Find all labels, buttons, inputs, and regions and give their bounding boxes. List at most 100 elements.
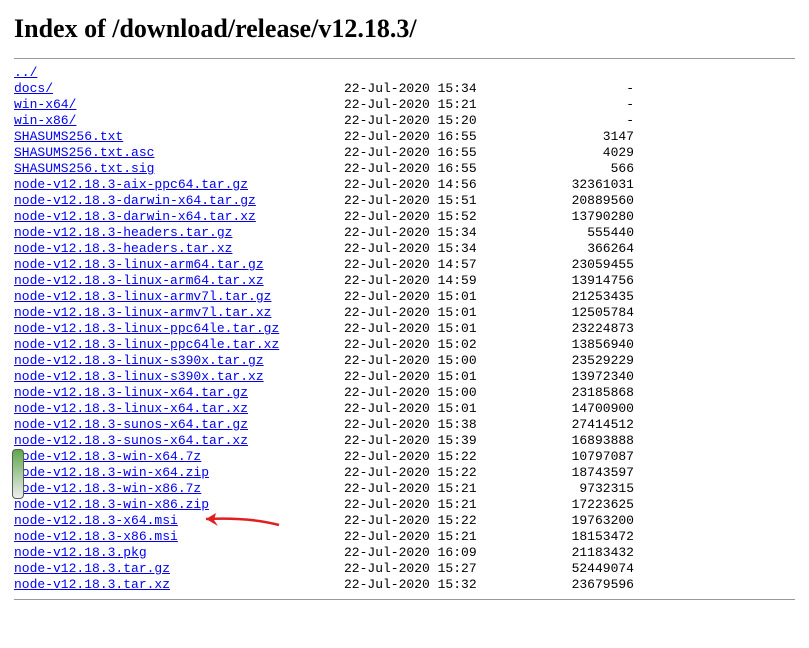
file-link[interactable]: node-v12.18.3-x86.msi <box>14 529 178 544</box>
file-size: 17223625 <box>504 497 634 513</box>
file-link[interactable]: node-v12.18.3-darwin-x64.tar.gz <box>14 193 256 208</box>
list-item: win-x64/22-Jul-2020 15:21- <box>14 97 795 113</box>
list-item: node-v12.18.3-sunos-x64.tar.gz 22-Jul-202… <box>14 417 795 433</box>
file-date: 22-Jul-2020 16:55 <box>344 129 504 145</box>
parent-link[interactable]: ../ <box>14 65 37 80</box>
list-item: SHASUMS256.txt.asc 22-Jul-2020 16:554029 <box>14 145 795 161</box>
list-item: node-v12.18.3-linux-arm64.tar.gz 22-Jul-2… <box>14 257 795 273</box>
file-date: 22-Jul-2020 15:21 <box>344 97 504 113</box>
list-item: node-v12.18.3-linux-ppc64le.tar.gz 22-Jul… <box>14 321 795 337</box>
list-item: node-v12.18.3-sunos-x64.tar.xz22-Jul-202… <box>14 433 795 449</box>
file-link[interactable]: node-v12.18.3-linux-x64.tar.gz <box>14 385 248 400</box>
file-date: 22-Jul-2020 15:52 <box>344 209 504 225</box>
list-item: node-v12.18.3-x86.msi22-Jul-2020 15:2118… <box>14 529 795 545</box>
file-link[interactable]: node-v12.18.3-win-x86.zip <box>14 497 209 512</box>
list-item: node-v12.18.3-linux-x64.tar.gz22-Jul-202… <box>14 385 795 401</box>
file-link[interactable]: node-v12.18.3-x64.msi <box>14 513 178 528</box>
file-link[interactable]: node-v12.18.3-win-x64.7z <box>14 449 201 464</box>
file-size: 14700900 <box>504 401 634 417</box>
file-link[interactable]: node-v12.18.3.pkg <box>14 545 147 560</box>
file-date: 22-Jul-2020 15:01 <box>344 305 504 321</box>
file-size: 566 <box>504 161 634 177</box>
file-date: 22-Jul-2020 15:38 <box>344 417 504 433</box>
file-date: 22-Jul-2020 15:51 <box>344 193 504 209</box>
divider-bottom <box>14 599 795 600</box>
file-size: 13914756 <box>504 273 634 289</box>
file-size: 21253435 <box>504 289 634 305</box>
file-link[interactable]: node-v12.18.3-linux-x64.tar.xz <box>14 401 248 416</box>
list-item: SHASUMS256.txt22-Jul-2020 16:553147 <box>14 129 795 145</box>
file-link[interactable]: node-v12.18.3-sunos-x64.tar.gz <box>14 417 248 432</box>
file-date: 22-Jul-2020 15:20 <box>344 113 504 129</box>
file-date: 22-Jul-2020 15:01 <box>344 369 504 385</box>
list-item: node-v12.18.3-linux-arm64.tar.xz22-Jul-2… <box>14 273 795 289</box>
file-link[interactable]: SHASUMS256.txt <box>14 129 123 144</box>
file-size: 555440 <box>504 225 634 241</box>
file-date: 22-Jul-2020 16:55 <box>344 161 504 177</box>
file-link[interactable]: node-v12.18.3-linux-s390x.tar.gz <box>14 353 264 368</box>
list-item: node-v12.18.3-linux-x64.tar.xz 22-Jul-202… <box>14 401 795 417</box>
file-link[interactable]: node-v12.18.3-win-x86.7z <box>14 481 201 496</box>
file-size: 32361031 <box>504 177 634 193</box>
file-date: 22-Jul-2020 14:57 <box>344 257 504 273</box>
file-size: 366264 <box>504 241 634 257</box>
list-item: node-v12.18.3-win-x64.7z22-Jul-2020 15:2… <box>14 449 795 465</box>
list-item: node-v12.18.3.tar.xz22-Jul-2020 15:32236… <box>14 577 795 593</box>
list-item: SHASUMS256.txt.sig 22-Jul-2020 16:55566 <box>14 161 795 177</box>
file-size: 10797087 <box>504 449 634 465</box>
file-date: 22-Jul-2020 14:56 <box>344 177 504 193</box>
list-item: node-v12.18.3-linux-s390x.tar.gz22-Jul-2… <box>14 353 795 369</box>
file-link[interactable]: node-v12.18.3-win-x64.zip <box>14 465 209 480</box>
file-link[interactable]: node-v12.18.3-linux-s390x.tar.xz <box>14 369 264 384</box>
list-item: node-v12.18.3-win-x86.7z 22-Jul-2020 15:2… <box>14 481 795 497</box>
list-item: node-v12.18.3-darwin-x64.tar.gz 22-Jul-20… <box>14 193 795 209</box>
file-link[interactable]: node-v12.18.3.tar.xz <box>14 577 170 592</box>
file-date: 22-Jul-2020 15:21 <box>344 481 504 497</box>
file-size: 18153472 <box>504 529 634 545</box>
file-listing: ../docs/22-Jul-2020 15:34-win-x64/22-Jul… <box>14 65 795 593</box>
list-item: node-v12.18.3-linux-ppc64le.tar.xz 22-Jul… <box>14 337 795 353</box>
file-date: 22-Jul-2020 15:22 <box>344 465 504 481</box>
file-size: - <box>504 113 634 129</box>
file-size: 23224873 <box>504 321 634 337</box>
file-date: 22-Jul-2020 15:01 <box>344 321 504 337</box>
file-size: 23059455 <box>504 257 634 273</box>
file-link[interactable]: node-v12.18.3-linux-ppc64le.tar.gz <box>14 321 279 336</box>
file-link[interactable]: node-v12.18.3-aix-ppc64.tar.gz <box>14 177 248 192</box>
file-date: 22-Jul-2020 16:55 <box>344 145 504 161</box>
file-link[interactable]: win-x64/ <box>14 97 76 112</box>
list-item: node-v12.18.3-aix-ppc64.tar.gz 22-Jul-202… <box>14 177 795 193</box>
list-item: node-v12.18.3-linux-s390x.tar.xz 22-Jul-2… <box>14 369 795 385</box>
list-item: node-v12.18.3-win-x86.zip 22-Jul-2020 15:… <box>14 497 795 513</box>
file-link[interactable]: SHASUMS256.txt.asc <box>14 145 154 160</box>
file-link[interactable]: node-v12.18.3-darwin-x64.tar.xz <box>14 209 256 224</box>
file-date: 22-Jul-2020 15:21 <box>344 497 504 513</box>
file-size: 4029 <box>504 145 634 161</box>
page-title: Index of /download/release/v12.18.3/ <box>14 14 795 44</box>
list-item: docs/22-Jul-2020 15:34- <box>14 81 795 97</box>
file-date: 22-Jul-2020 15:02 <box>344 337 504 353</box>
list-item: node-v12.18.3-x64.msi22-Jul-2020 15:2219… <box>14 513 795 529</box>
scroll-marker <box>12 449 24 499</box>
file-link[interactable]: node-v12.18.3-headers.tar.xz <box>14 241 232 256</box>
file-link[interactable]: node-v12.18.3-linux-arm64.tar.xz <box>14 273 264 288</box>
file-link[interactable]: node-v12.18.3-headers.tar.gz <box>14 225 232 240</box>
file-link[interactable]: win-x86/ <box>14 113 76 128</box>
file-link[interactable]: node-v12.18.3-sunos-x64.tar.xz <box>14 433 248 448</box>
file-date: 22-Jul-2020 15:01 <box>344 401 504 417</box>
file-link[interactable]: node-v12.18.3-linux-armv7l.tar.gz <box>14 289 271 304</box>
file-size: 13790280 <box>504 209 634 225</box>
file-link[interactable]: node-v12.18.3-linux-arm64.tar.gz <box>14 257 264 272</box>
file-link[interactable]: node-v12.18.3.tar.gz <box>14 561 170 576</box>
file-size: 18743597 <box>504 465 634 481</box>
file-link[interactable]: SHASUMS256.txt.sig <box>14 161 154 176</box>
list-item: node-v12.18.3-darwin-x64.tar.xz 22-Jul-20… <box>14 209 795 225</box>
file-link[interactable]: docs/ <box>14 81 53 96</box>
file-date: 22-Jul-2020 15:32 <box>344 577 504 593</box>
file-size: 16893888 <box>504 433 634 449</box>
file-date: 22-Jul-2020 15:34 <box>344 225 504 241</box>
file-link[interactable]: node-v12.18.3-linux-ppc64le.tar.xz <box>14 337 279 352</box>
file-link[interactable]: node-v12.18.3-linux-armv7l.tar.xz <box>14 305 271 320</box>
divider-top <box>14 58 795 59</box>
file-date: 22-Jul-2020 15:22 <box>344 513 504 529</box>
